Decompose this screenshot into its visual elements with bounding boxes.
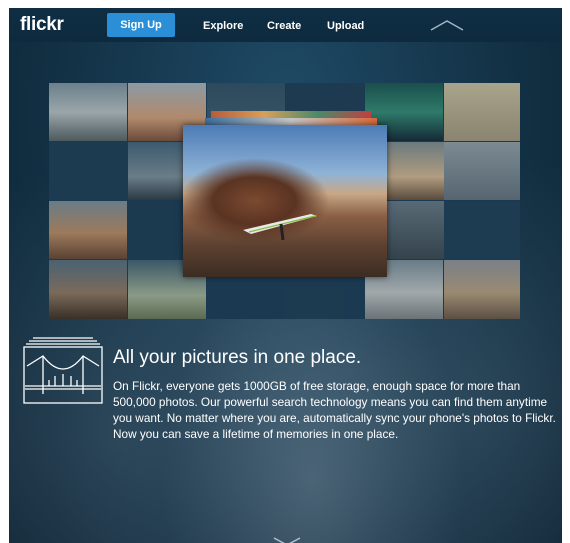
sign-up-button[interactable]: Sign Up	[107, 13, 175, 37]
flickr-logo[interactable]: flickr	[20, 14, 64, 36]
chevron-down-icon[interactable]	[272, 536, 302, 543]
photo-tile	[49, 142, 127, 200]
nav-upload[interactable]: Upload	[327, 20, 364, 32]
photo-tile	[444, 260, 520, 319]
photo-tile	[444, 142, 520, 200]
hang-glider-image	[243, 214, 317, 241]
photo-tile	[444, 201, 520, 259]
photo-stack-edge	[205, 118, 377, 125]
flickr-window: flickr Sign Up Explore Create Upload All…	[9, 8, 562, 543]
nav-explore[interactable]: Explore	[203, 20, 243, 32]
top-nav-bar: flickr Sign Up Explore Create Upload	[9, 8, 562, 42]
feature-description: On Flickr, everyone gets 1000GB of free …	[113, 379, 556, 441]
photo-tile	[386, 201, 444, 259]
photo-tile	[49, 201, 127, 259]
feature-headline: All your pictures in one place.	[113, 347, 362, 368]
chevron-up-icon[interactable]	[429, 18, 465, 32]
photo-tile	[49, 83, 127, 141]
photo-tile	[49, 260, 127, 319]
photo-tile	[386, 142, 444, 200]
nav-create[interactable]: Create	[267, 20, 301, 32]
bridge-photo-stack-icon	[23, 337, 103, 404]
featured-photo	[183, 125, 387, 277]
photo-tile	[444, 83, 520, 141]
